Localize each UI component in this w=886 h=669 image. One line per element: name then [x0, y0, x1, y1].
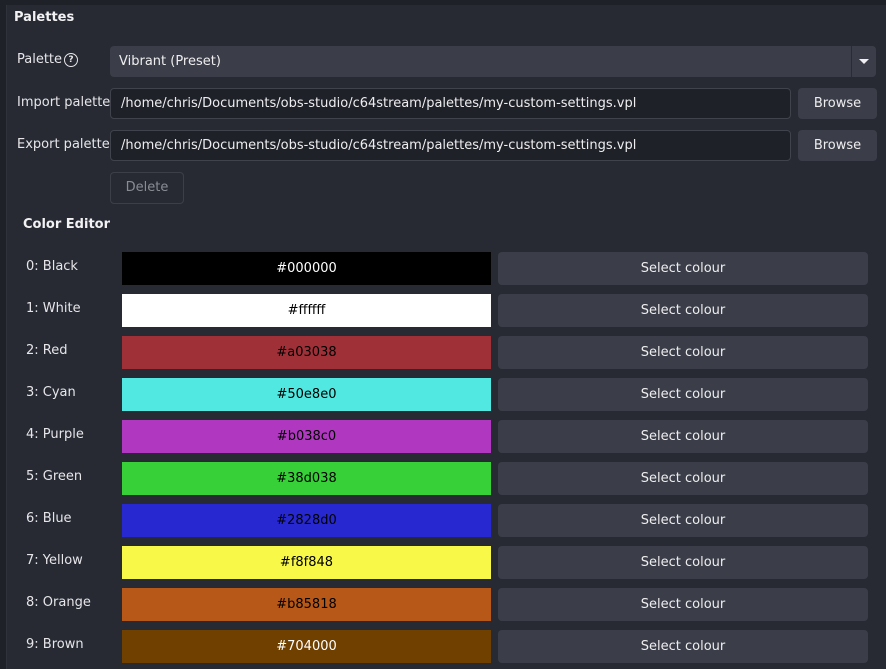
- select-colour-button[interactable]: Select colour: [498, 546, 868, 579]
- select-colour-button[interactable]: Select colour: [498, 588, 868, 621]
- export-path-field[interactable]: /home/chris/Documents/obs-studio/c64stre…: [110, 130, 791, 161]
- color-label: 4: Purple: [26, 427, 84, 442]
- select-colour-button[interactable]: Select colour: [498, 420, 868, 453]
- palette-select[interactable]: Vibrant (Preset): [110, 46, 876, 77]
- color-row: 9: Brown #704000 Select colour: [7, 629, 886, 663]
- color-row: 0: Black #000000 Select colour: [7, 251, 886, 285]
- palette-label-wrap: Palette?: [17, 52, 79, 67]
- color-swatch[interactable]: #f8f848: [122, 546, 491, 579]
- window: Palettes Palette? Vibrant (Preset) Impor…: [0, 0, 886, 669]
- color-label: 3: Cyan: [26, 385, 76, 400]
- export-browse-button[interactable]: Browse: [798, 130, 877, 161]
- delete-button: Delete: [110, 172, 184, 204]
- color-swatch[interactable]: #b85818: [122, 588, 491, 621]
- color-swatch[interactable]: #704000: [122, 630, 491, 663]
- select-colour-button[interactable]: Select colour: [498, 336, 868, 369]
- color-swatch[interactable]: #2828d0: [122, 504, 491, 537]
- color-swatch[interactable]: #50e8e0: [122, 378, 491, 411]
- select-colour-button[interactable]: Select colour: [498, 630, 868, 663]
- color-label: 1: White: [26, 301, 81, 316]
- question-circle-icon[interactable]: ?: [64, 53, 79, 67]
- palette-select-value: Vibrant (Preset): [119, 54, 221, 69]
- color-label: 9: Brown: [26, 637, 84, 652]
- color-swatch[interactable]: #000000: [122, 252, 491, 285]
- group-title: Palettes: [14, 10, 75, 25]
- import-path-field[interactable]: /home/chris/Documents/obs-studio/c64stre…: [110, 88, 791, 119]
- color-row: 7: Yellow #f8f848 Select colour: [7, 545, 886, 579]
- color-row: 5: Green #38d038 Select colour: [7, 461, 886, 495]
- color-row: 4: Purple #b038c0 Select colour: [7, 419, 886, 453]
- color-row: 3: Cyan #50e8e0 Select colour: [7, 377, 886, 411]
- chevron-down-icon[interactable]: [851, 46, 876, 77]
- select-colour-button[interactable]: Select colour: [498, 294, 868, 327]
- color-label: 8: Orange: [26, 595, 91, 610]
- color-label: 6: Blue: [26, 511, 72, 526]
- color-label: 2: Red: [26, 343, 68, 358]
- color-label: 0: Black: [26, 259, 78, 274]
- color-swatch[interactable]: #38d038: [122, 462, 491, 495]
- color-row: 6: Blue #2828d0 Select colour: [7, 503, 886, 537]
- color-row: 1: White #ffffff Select colour: [7, 293, 886, 327]
- color-editor-title: Color Editor: [23, 217, 110, 232]
- color-label: 5: Green: [26, 469, 83, 484]
- select-colour-button[interactable]: Select colour: [498, 378, 868, 411]
- palettes-group: Palettes Palette? Vibrant (Preset) Impor…: [6, 5, 886, 669]
- palette-label: Palette: [17, 52, 63, 67]
- color-swatch[interactable]: #b038c0: [122, 420, 491, 453]
- export-palette-label: Export palette: [17, 137, 110, 152]
- import-browse-button[interactable]: Browse: [798, 88, 877, 119]
- color-row: 2: Red #a03038 Select colour: [7, 335, 886, 369]
- import-palette-label: Import palette: [17, 95, 111, 110]
- color-label: 7: Yellow: [26, 553, 83, 568]
- select-colour-button[interactable]: Select colour: [498, 504, 868, 537]
- select-colour-button[interactable]: Select colour: [498, 252, 868, 285]
- color-swatch[interactable]: #ffffff: [122, 294, 491, 327]
- color-swatch[interactable]: #a03038: [122, 336, 491, 369]
- color-row: 8: Orange #b85818 Select colour: [7, 587, 886, 621]
- select-colour-button[interactable]: Select colour: [498, 462, 868, 495]
